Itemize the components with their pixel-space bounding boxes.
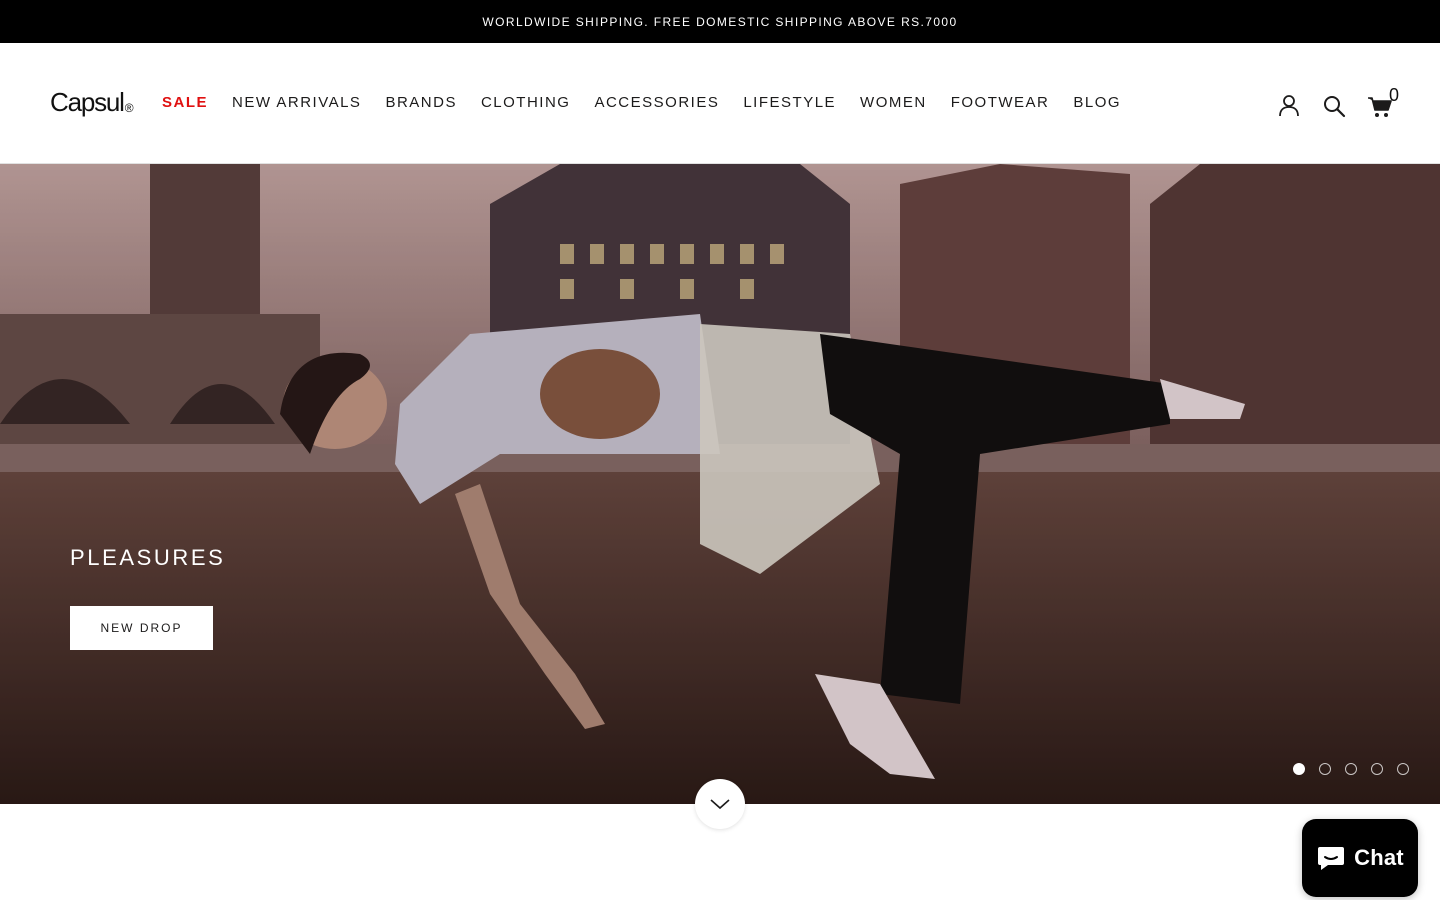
logo-mark: ® [124, 101, 134, 115]
chevron-down-icon [710, 799, 730, 810]
slideshow-pagination [1293, 763, 1409, 775]
nav-item-new-arrivals[interactable]: NEW ARRIVALS [232, 93, 361, 113]
chat-bubble-icon [1318, 847, 1345, 870]
slide-dot-5[interactable] [1397, 763, 1409, 775]
slide-dot-3[interactable] [1345, 763, 1357, 775]
nav-item-clothing[interactable]: CLOTHING [481, 93, 571, 113]
main-nav: SALE NEW ARRIVALS BRANDS CLOTHING ACCESS… [162, 93, 1145, 113]
logo-text: Capsul [50, 87, 125, 117]
chat-button[interactable]: Chat [1302, 819, 1418, 897]
site-header: Capsul® SALE NEW ARRIVALS BRANDS CLOTHIN… [0, 43, 1440, 164]
slide-dot-2[interactable] [1319, 763, 1331, 775]
nav-item-brands[interactable]: BRANDS [385, 93, 457, 113]
slide-dot-4[interactable] [1371, 763, 1383, 775]
cart-count: 0 [1389, 85, 1400, 105]
logo[interactable]: Capsul® [50, 87, 134, 123]
scroll-down-button[interactable] [695, 779, 745, 829]
chat-label: Chat [1354, 845, 1404, 870]
nav-item-sale[interactable]: SALE [162, 93, 208, 113]
hero-slideshow[interactable]: PLEASURES NEW DROP [0, 164, 1440, 804]
nav-item-women[interactable]: WOMEN [860, 93, 927, 113]
hero-title: PLEASURES [70, 545, 226, 570]
nav-item-footwear[interactable]: FOOTWEAR [951, 93, 1050, 113]
nav-item-accessories[interactable]: ACCESSORIES [594, 93, 719, 113]
nav-item-blog[interactable]: BLOG [1073, 93, 1121, 113]
nav-item-lifestyle[interactable]: LIFESTYLE [743, 93, 836, 113]
hero-image [0, 164, 1440, 804]
slide-dot-1[interactable] [1293, 763, 1305, 775]
announcement-text: WORLDWIDE SHIPPING. FREE DOMESTIC SHIPPI… [482, 14, 958, 29]
new-drop-button[interactable]: NEW DROP [70, 606, 213, 650]
account-icon[interactable] [1277, 93, 1301, 117]
search-icon[interactable] [1322, 94, 1346, 118]
announcement-bar: WORLDWIDE SHIPPING. FREE DOMESTIC SHIPPI… [0, 0, 1440, 43]
